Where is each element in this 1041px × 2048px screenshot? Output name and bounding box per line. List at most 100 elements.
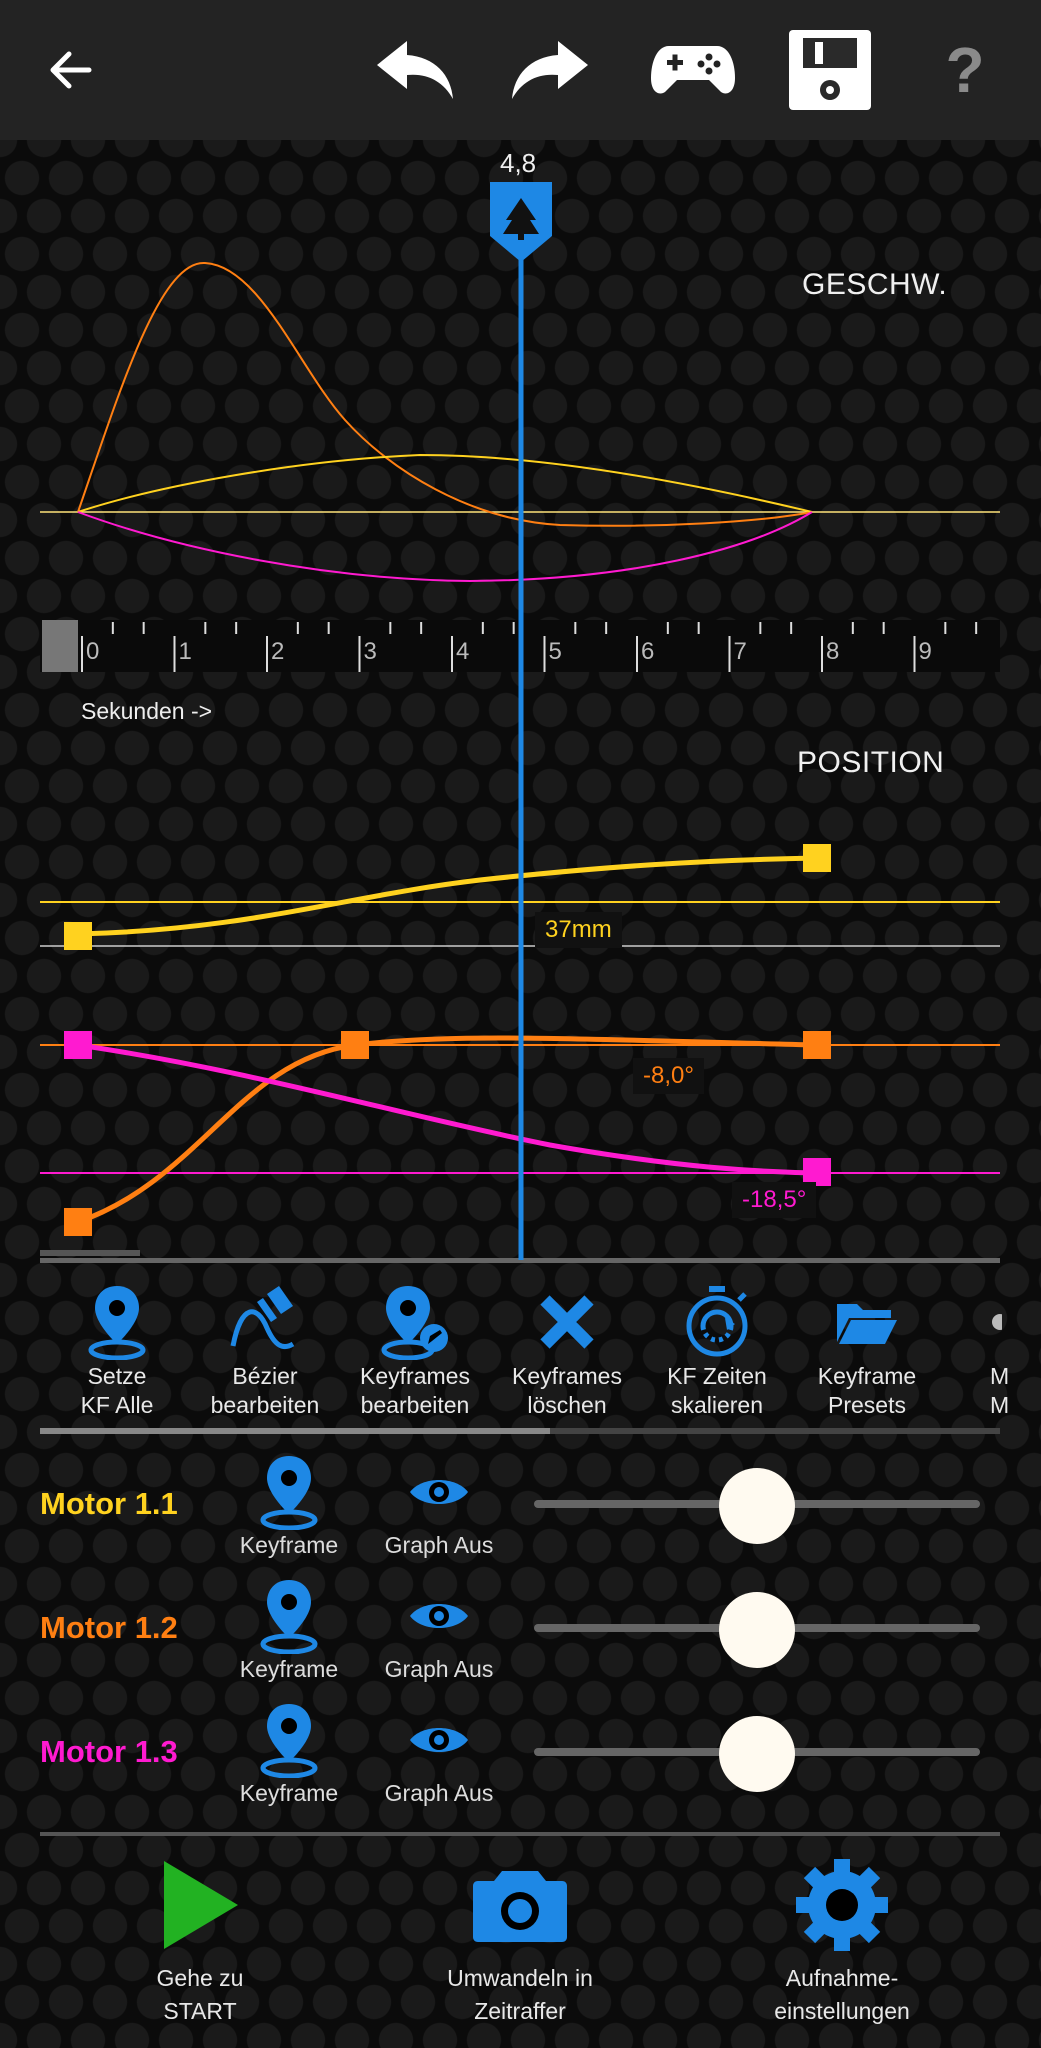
tool-label: M bbox=[990, 1392, 1010, 1418]
more-tools-button[interactable]: M M bbox=[990, 1282, 1041, 1420]
keyframe-m2-end[interactable] bbox=[803, 1031, 831, 1059]
tool-label: KF Zeiten bbox=[667, 1363, 767, 1389]
redo-icon bbox=[512, 41, 588, 99]
convert-timelapse-label: Zeitraffer bbox=[474, 1998, 566, 2024]
keyframe-label: Keyframe bbox=[239, 1532, 339, 1558]
play-icon bbox=[164, 1861, 238, 1949]
position-curve-motor1 bbox=[77, 855, 819, 937]
motor-row-1: Motor 1.1 Keyframe Graph Aus bbox=[0, 1452, 1041, 1576]
keyframe-m3-start[interactable] bbox=[64, 1031, 92, 1059]
gear-icon bbox=[796, 1859, 888, 1951]
graph-scrollbar-thumb[interactable] bbox=[40, 1250, 140, 1256]
timeline-tick-label: 5 bbox=[548, 638, 562, 665]
tool-label: bearbeiten bbox=[360, 1392, 470, 1418]
motor1-graph-toggle[interactable]: Graph Aus bbox=[364, 1452, 514, 1559]
eye-icon bbox=[410, 1728, 468, 1752]
tool-label: Bézier bbox=[232, 1363, 298, 1389]
timeline-unit-label: Sekunden -> bbox=[81, 698, 213, 724]
tool-label: Setze bbox=[87, 1363, 147, 1389]
recording-settings-button[interactable]: Aufnahme- einstellungen bbox=[712, 1850, 972, 2026]
timeline-tick-label: 8 bbox=[826, 638, 840, 665]
keyframe-m1-end[interactable] bbox=[803, 844, 831, 872]
timeline-tick-label: 0 bbox=[86, 638, 100, 665]
edit-bezier-button[interactable]: Bézier bearbeiten bbox=[190, 1282, 340, 1420]
set-all-keyframes-button[interactable]: Setze KF Alle bbox=[42, 1282, 192, 1420]
motor2-keyframe-button[interactable]: Keyframe bbox=[214, 1576, 364, 1683]
timeline-tick-label: 9 bbox=[918, 638, 932, 665]
timeline-tick-label: 3 bbox=[363, 638, 377, 665]
motor1-keyframe-button[interactable]: Keyframe bbox=[214, 1452, 364, 1559]
eye-icon bbox=[410, 1480, 468, 1504]
motor-name: Motor 1.3 bbox=[40, 1734, 178, 1769]
graph-toggle-label: Graph Aus bbox=[384, 1656, 494, 1682]
close-icon bbox=[540, 1295, 594, 1349]
motor3-keyframe-button[interactable]: Keyframe bbox=[214, 1700, 364, 1807]
back-button[interactable] bbox=[30, 0, 110, 140]
speed-curve-motor2 bbox=[77, 261, 813, 527]
toolbar-scrollbar-thumb[interactable] bbox=[40, 1428, 550, 1434]
motor-name: Motor 1.2 bbox=[40, 1610, 178, 1645]
help-button[interactable]: ? bbox=[930, 0, 1000, 140]
keyframe-presets-button[interactable]: Keyframe Presets bbox=[792, 1282, 942, 1420]
timeline-tick-label: 1 bbox=[178, 638, 192, 665]
toolbar-scrollbar[interactable] bbox=[40, 1428, 1000, 1434]
timeline-tick-label: 4 bbox=[456, 638, 470, 665]
speed-curve-motor3 bbox=[77, 511, 813, 583]
delete-keyframes-button[interactable]: Keyframes löschen bbox=[492, 1282, 642, 1420]
graph-toggle-label: Graph Aus bbox=[384, 1780, 494, 1806]
tool-label: Keyframes bbox=[360, 1363, 470, 1389]
save-button[interactable] bbox=[788, 0, 872, 140]
tree-trunk bbox=[518, 234, 524, 240]
folder-open-icon bbox=[837, 1304, 897, 1344]
keyframe-label: Keyframe bbox=[239, 1656, 339, 1682]
timeline-tick-label: 6 bbox=[641, 638, 655, 665]
speed-curve-motor1 bbox=[77, 453, 813, 513]
undo-button[interactable] bbox=[370, 0, 460, 140]
eye-icon bbox=[410, 1604, 468, 1628]
keyframe-m2-mid[interactable] bbox=[341, 1031, 369, 1059]
tool-label: Keyframe bbox=[817, 1363, 917, 1389]
tool-label: löschen bbox=[527, 1392, 607, 1418]
goto-start-label: START bbox=[163, 1998, 237, 2024]
keyframe-toolbar: Setze KF Alle Bézier bearbeiten Keyframe… bbox=[0, 1270, 1041, 1430]
timeline-tick-label: 7 bbox=[733, 638, 747, 665]
position-graph-label: POSITION bbox=[797, 746, 945, 779]
gamepad-icon bbox=[651, 46, 735, 94]
playhead-time-label: 4,8 bbox=[500, 148, 537, 178]
timeline-tick-label: 2 bbox=[271, 638, 285, 665]
goto-start-button[interactable]: Gehe zu START bbox=[70, 1850, 330, 2026]
motor1-value-tag: 37mm bbox=[535, 912, 622, 948]
edit-keyframes-button[interactable]: Keyframes bearbeiten bbox=[340, 1282, 490, 1420]
recording-settings-label: Aufnahme- bbox=[785, 1965, 899, 1991]
motor-row-2: Motor 1.2 Keyframe Graph Aus bbox=[0, 1576, 1041, 1700]
motor2-value-tag: -8,0° bbox=[633, 1058, 704, 1094]
tool-label: Presets bbox=[828, 1392, 906, 1418]
section-divider bbox=[40, 1832, 1000, 1836]
convert-timelapse-button[interactable]: Umwandeln in Zeitraffer bbox=[390, 1850, 650, 2026]
goto-start-label: Gehe zu bbox=[156, 1965, 244, 1991]
tool-label: KF Alle bbox=[80, 1392, 154, 1418]
location-pin-icon bbox=[260, 1704, 318, 1778]
keyframe-m2-start[interactable] bbox=[64, 1208, 92, 1236]
motor2-slider-knob[interactable] bbox=[719, 1592, 795, 1668]
tool-label: bearbeiten bbox=[210, 1392, 320, 1418]
tool-label: M bbox=[990, 1363, 1010, 1389]
camera-icon bbox=[473, 1871, 567, 1942]
partial-icon bbox=[992, 1314, 1002, 1330]
undo-icon bbox=[377, 41, 453, 99]
motor1-slider-knob[interactable] bbox=[719, 1468, 795, 1544]
motor3-graph-toggle[interactable]: Graph Aus bbox=[364, 1700, 514, 1807]
motor2-graph-toggle[interactable]: Graph Aus bbox=[364, 1576, 514, 1683]
redo-button[interactable] bbox=[505, 0, 595, 140]
speed-graph-label: GESCHW. bbox=[802, 268, 948, 301]
help-label: ? bbox=[945, 34, 985, 106]
tool-label: Keyframes bbox=[512, 1363, 622, 1389]
tool-label: skalieren bbox=[670, 1392, 764, 1418]
motor3-slider-knob[interactable] bbox=[719, 1716, 795, 1792]
gamepad-button[interactable] bbox=[648, 0, 738, 140]
keyframe-m1-start[interactable] bbox=[64, 922, 92, 950]
bezier-pen-icon bbox=[230, 1286, 295, 1350]
top-app-bar: ? bbox=[0, 0, 1041, 140]
motor3-value-tag: -18,5° bbox=[732, 1182, 817, 1218]
scale-keyframe-times-button[interactable]: KF Zeiten skalieren bbox=[642, 1282, 792, 1420]
